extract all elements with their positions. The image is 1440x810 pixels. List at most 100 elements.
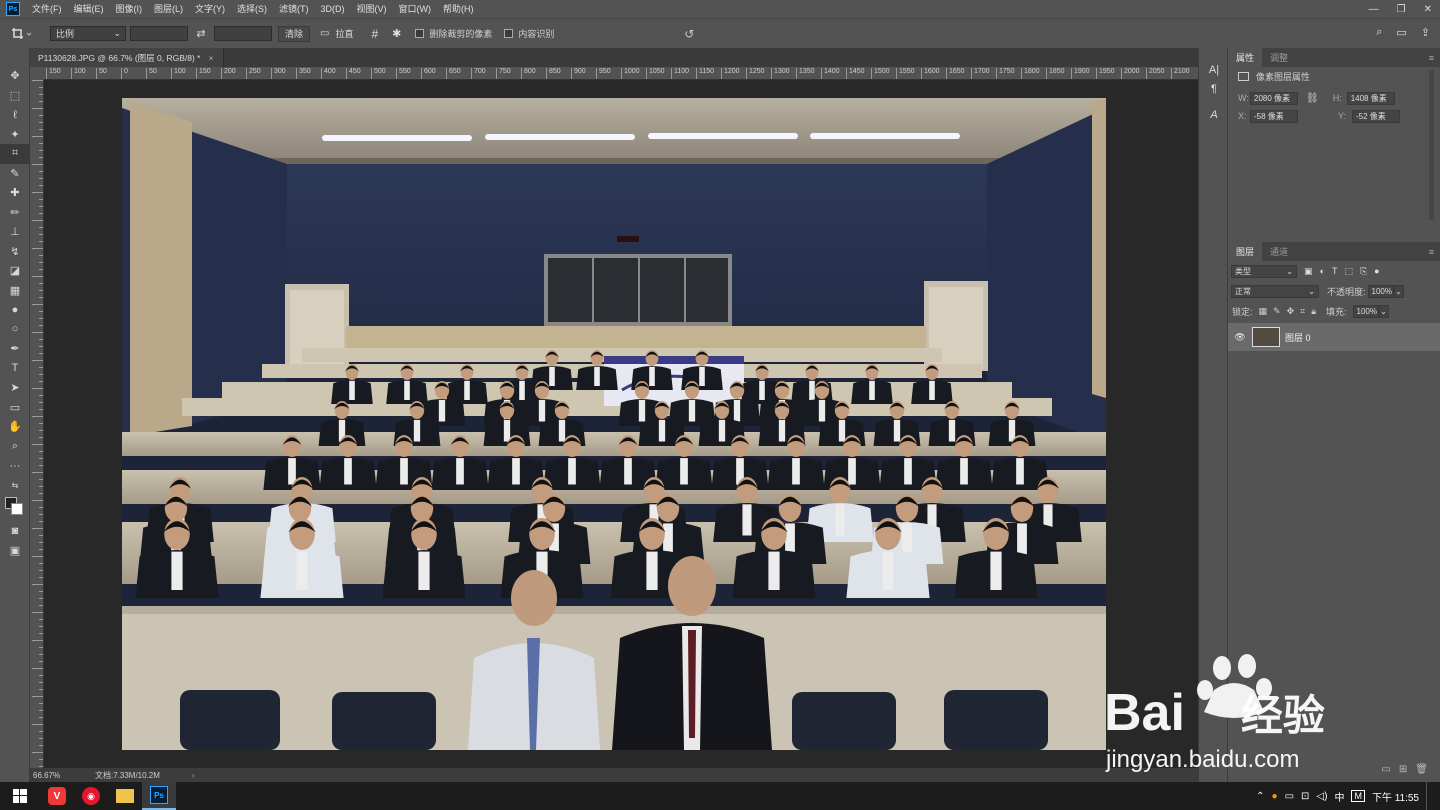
lock-position-icon[interactable]: ✥ xyxy=(1287,306,1295,317)
history-brush-tool-icon[interactable]: ↯ xyxy=(0,242,30,262)
path-selection-tool-icon[interactable]: ➤ xyxy=(0,378,30,398)
tab-layers[interactable]: 图层 xyxy=(1228,242,1263,261)
vertical-ruler[interactable] xyxy=(30,80,44,768)
gear-icon[interactable]: ✱ xyxy=(392,27,401,40)
eyedropper-tool-icon[interactable]: ✎ xyxy=(0,164,30,184)
minimize-button[interactable]: — xyxy=(1369,4,1379,15)
straighten-label[interactable]: 拉直 xyxy=(335,27,353,40)
ratio-select[interactable]: 比例 ⌄ xyxy=(50,26,126,41)
crop-tool-icon[interactable]: ⌗ xyxy=(0,144,30,164)
filter-type-icon[interactable]: T xyxy=(1332,266,1338,276)
menu-edit[interactable]: 编辑(E) xyxy=(68,0,110,18)
new-layer-icon[interactable]: ⊞ xyxy=(1399,764,1407,780)
close-window-button[interactable]: ✕ xyxy=(1424,4,1432,15)
clone-stamp-tool-icon[interactable]: ⊥ xyxy=(0,222,30,242)
glyphs-panel-icon[interactable]: A xyxy=(1199,105,1229,125)
share-icon[interactable]: ⇪ xyxy=(1421,26,1430,39)
magic-wand-tool-icon[interactable]: ✦ xyxy=(0,125,30,145)
menu-filter[interactable]: 滤镜(T) xyxy=(273,0,315,18)
menu-window[interactable]: 窗口(W) xyxy=(393,0,438,18)
filter-shape-icon[interactable]: ⬚ xyxy=(1344,266,1353,277)
swap-icon[interactable]: ⇄ xyxy=(188,27,214,40)
properties-scrollbar[interactable] xyxy=(1429,70,1434,220)
weibo-icon[interactable]: ◉ xyxy=(74,782,108,810)
rectangle-tool-icon[interactable]: ▭ xyxy=(0,398,30,418)
layer-row[interactable]: 👁︎ 图层 0 xyxy=(1228,323,1440,351)
show-desktop-button[interactable] xyxy=(1426,782,1430,810)
photoshop-taskbar-icon[interactable]: Ps xyxy=(142,782,176,810)
search-icon[interactable]: ⌕ xyxy=(1376,26,1382,39)
delete-layer-icon[interactable]: 🗑︎ xyxy=(1415,764,1428,780)
vivaldi-browser-icon[interactable]: V xyxy=(40,782,74,810)
menu-layer[interactable]: 图层(L) xyxy=(148,0,189,18)
fill-field[interactable]: 100% xyxy=(1352,304,1379,318)
dodge-tool-icon[interactable]: ○ xyxy=(0,320,30,340)
input-language[interactable]: 中 xyxy=(1334,789,1344,804)
workspace-icon[interactable]: ▭ xyxy=(1396,26,1406,39)
menu-view[interactable]: 视图(V) xyxy=(351,0,393,18)
delete-cropped-checkbox[interactable]: 删除裁剪的像素 xyxy=(415,27,492,40)
reset-icon[interactable]: ↺ xyxy=(684,27,694,41)
type-tool-icon[interactable]: T xyxy=(0,359,30,379)
visibility-eye-icon[interactable]: 👁︎ xyxy=(1228,332,1252,343)
layers-menu-icon[interactable]: ≡ xyxy=(1429,247,1434,257)
menu-type[interactable]: 文字(Y) xyxy=(189,0,231,18)
blur-tool-icon[interactable]: ● xyxy=(0,300,30,320)
hand-tool-icon[interactable]: ✋ xyxy=(0,417,30,437)
status-menu-arrow-icon[interactable]: › xyxy=(192,771,195,780)
menu-image[interactable]: 图像(I) xyxy=(110,0,149,18)
menu-help[interactable]: 帮助(H) xyxy=(437,0,480,18)
new-group-icon[interactable]: ▭ xyxy=(1381,764,1390,780)
healing-brush-tool-icon[interactable]: ✚ xyxy=(0,183,30,203)
ime-mode-icon[interactable]: M xyxy=(1351,790,1365,802)
color-swatches[interactable] xyxy=(0,495,29,521)
tab-adjustments[interactable]: 调整 xyxy=(1262,48,1296,67)
brush-tool-icon[interactable]: ✏ xyxy=(0,203,30,223)
marquee-tool-icon[interactable]: ⬚ xyxy=(0,86,30,106)
lock-transparency-icon[interactable]: ▦ xyxy=(1259,306,1268,317)
menu-select[interactable]: 选择(S) xyxy=(231,0,273,18)
layer-name[interactable]: 图层 0 xyxy=(1285,331,1311,344)
straighten-icon[interactable]: ▭ xyxy=(320,28,329,39)
lock-artboard-icon[interactable]: ⌗ xyxy=(1300,306,1305,317)
restore-button[interactable]: ❐ xyxy=(1397,4,1406,15)
clear-button[interactable]: 清除 xyxy=(278,25,311,42)
filter-pixel-icon[interactable]: ▣ xyxy=(1304,266,1313,277)
zoom-level[interactable]: 66.67% xyxy=(33,771,93,780)
character-panel-icon[interactable]: A| xyxy=(1199,60,1229,80)
y-field[interactable]: -52 像素 xyxy=(1352,109,1400,123)
background-color-swatch[interactable] xyxy=(11,503,23,515)
tab-properties[interactable]: 属性 xyxy=(1228,48,1263,67)
lasso-tool-icon[interactable]: ℓ xyxy=(0,105,30,125)
menu-3d[interactable]: 3D(D) xyxy=(315,0,351,18)
opacity-dropdown-icon[interactable]: ⌄ xyxy=(1393,284,1404,298)
gradient-tool-icon[interactable]: ▦ xyxy=(0,281,30,301)
canvas-area[interactable] xyxy=(44,80,1198,768)
width-field[interactable]: 2080 像素 xyxy=(1250,91,1298,105)
filter-smart-object-icon[interactable]: ⎘ xyxy=(1360,266,1367,277)
tray-expand-icon[interactable]: ⌃ xyxy=(1256,791,1264,802)
zoom-tool-icon[interactable]: ⌕ xyxy=(0,437,30,457)
ratio-width-input[interactable] xyxy=(130,26,188,41)
overlay-grid-icon[interactable]: # xyxy=(371,27,378,41)
lock-pixels-icon[interactable]: ✎ xyxy=(1273,306,1281,317)
crop-tool-preset-icon[interactable] xyxy=(0,27,44,41)
panel-menu-icon[interactable]: ≡ xyxy=(1429,53,1434,63)
paragraph-panel-icon[interactable]: ¶ xyxy=(1199,80,1229,100)
volume-icon[interactable]: ◁) xyxy=(1316,791,1327,802)
horizontal-ruler[interactable]: 150 100 50 0 50 100 150 200 250 300 350 400 450 500 55… xyxy=(44,67,1198,80)
close-tab-icon[interactable]: × xyxy=(209,53,214,63)
content-aware-checkbox[interactable]: 内容识别 xyxy=(504,27,554,40)
windows-start-icon[interactable] xyxy=(0,782,40,810)
document-tab[interactable]: P1130628.JPG @ 66.7% (图层 0, RGB/8) * × xyxy=(30,48,224,67)
lock-all-icon[interactable]: 🔒︎ xyxy=(1311,306,1316,317)
link-icon[interactable]: ⛓ xyxy=(1306,93,1319,104)
move-tool-icon[interactable]: ✥ xyxy=(0,66,30,86)
tray-app-icon[interactable]: ● xyxy=(1272,791,1278,802)
opacity-field[interactable]: 100% xyxy=(1367,284,1394,298)
swap-colors-icon[interactable]: ⇆ xyxy=(0,476,30,496)
tab-channels[interactable]: 通道 xyxy=(1262,242,1296,261)
x-field[interactable]: -58 像素 xyxy=(1250,109,1298,123)
height-field[interactable]: 1408 像素 xyxy=(1346,91,1395,105)
more-tools-icon[interactable]: ··· xyxy=(0,456,30,476)
